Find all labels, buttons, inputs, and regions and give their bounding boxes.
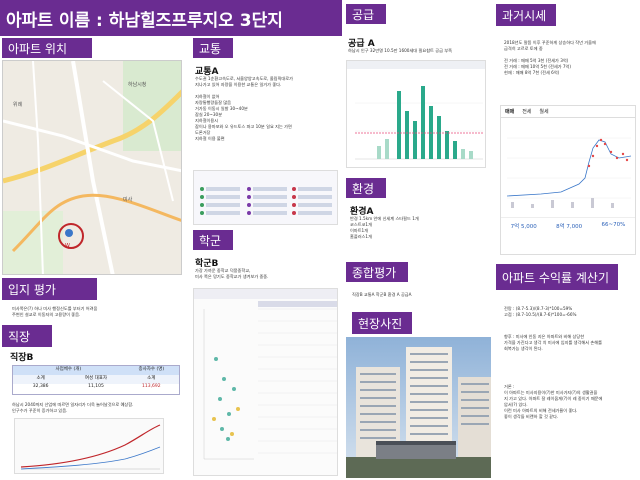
map-label-2: 위례 <box>13 101 23 108</box>
overall-header: 종합평가 <box>346 262 408 282</box>
site-photo-graphic <box>346 337 491 478</box>
job-header: 직장 <box>2 325 52 347</box>
job-text: 하남시 2040까지 산업에 따르면 일자리가 더욱 늘어날것으로 예상함. 인… <box>12 402 134 413</box>
map-marker-label: W <box>65 243 70 249</box>
supply-header: 공급 <box>346 4 386 24</box>
photo-header: 현장사진 <box>352 312 412 334</box>
price-tab-jeonse[interactable]: 전세 <box>522 108 531 115</box>
price-stat-3: 66~70% <box>601 222 626 228</box>
transport-time-panel <box>193 170 338 225</box>
job-table-sub-3: 소계 <box>147 376 156 381</box>
school-text: 가장 가까운 중학교 덕풍중학교, 미사 쪽은 망기도 중학교가 생겨보가 중중… <box>195 268 269 279</box>
environment-text: 반경 1.5km 안에 신세계 스타필드 1개 코스트코1개 이마트1개 홈플러… <box>350 216 419 239</box>
location-eval-text: 미사쪽은(?) 하나 미사 행정신도를 부터기 어려움 주변인 설교로 이동자의… <box>12 306 98 317</box>
overall-title: 종합평가 <box>352 265 397 280</box>
price-stat-1: 7억 5,000 <box>510 224 537 230</box>
location-eval-header: 입지 평가 <box>2 278 97 300</box>
price-stat-2: 8억 7,000 <box>556 224 583 230</box>
return-calc-title: 아파트 수익률 계산기 <box>502 270 609 285</box>
past-price-title: 과거시세 <box>502 8 547 23</box>
job-table-header-2: 종사자수 (명) <box>138 367 165 372</box>
price-tab-monthly[interactable]: 월세 <box>539 108 548 115</box>
supply-title: 공급 <box>352 7 375 22</box>
return-calc-text-1: 전망 : (8.7-5.3)/(8.7-3)*100=59% 고점 : (8.7… <box>504 306 577 317</box>
return-calc-text-3: 거론 : 이 아파트는 미사지용이(?)한 미사가지(?)의 생활권을 지 가고… <box>504 384 603 419</box>
supply-text: 하남시 인구 32만명 10.5만 1600세대 필요참트 공급 부족 <box>348 48 452 53</box>
transport-title: 교통 <box>199 41 222 56</box>
job-table-sub-2: 여성 대표자 <box>84 376 108 381</box>
map-graphic: 하남시청 위례 미사 W <box>3 61 181 274</box>
environment-header: 환경 <box>346 178 386 198</box>
job-table-value-2: 11,105 <box>88 384 104 389</box>
map-label-3: 미사 <box>123 196 133 203</box>
transport-text: 수도권 1순환고속도로, 서울양양고속도로, 올림픽대로가 지나가고 있어 자량… <box>195 76 293 141</box>
past-price-header: 과거시세 <box>496 4 556 26</box>
job-table-value-1: 32,386 <box>32 384 49 389</box>
transport-header: 교통 <box>193 38 233 58</box>
job-growth-chart <box>14 418 164 474</box>
school-chart-panel <box>193 288 338 476</box>
school-title: 학군 <box>199 233 222 248</box>
site-photo[interactable] <box>346 337 491 478</box>
job-table-header-1: 사업체수 (개) <box>55 367 82 372</box>
location-eval-title: 입지 평가 <box>8 282 56 297</box>
price-tab-sale[interactable]: 매매 <box>505 108 514 115</box>
page-title: 아파트 이름 : 하남힐즈프루지오 3단지 <box>6 10 283 31</box>
job-table: 사업체수 (개) 종사자수 (명) 소계 여성 대표자 소계 32,386 11… <box>12 365 180 395</box>
school-header: 학군 <box>193 230 233 250</box>
past-price-chart: 매매 전세 월세 7억 5,000 8억 7,000 66~70% <box>500 105 636 255</box>
job-table-sub-1: 소계 <box>36 376 45 381</box>
page-title-header: 아파트 이름 : 하남힐즈프루지오 3단지 <box>0 0 342 36</box>
return-calc-header: 아파트 수익률 계산기 <box>496 264 618 290</box>
location-header: 아파트 위치 <box>2 38 92 58</box>
past-price-text: 2018년도 말쯤 이후 꾸준하게 상승하다 작년 거을에 급격히 고르로 토에… <box>504 40 596 75</box>
overall-text: 직장B 교통A 학군B 환경 A 공급A <box>352 292 412 297</box>
supply-chart <box>346 60 486 168</box>
return-calc-text-2: 향후 : 미사에 인동 지은 아파트와 비해 상당한 가격을 가진다고 생각 치… <box>504 334 602 351</box>
location-map[interactable]: 하남시청 위례 미사 W <box>2 60 182 275</box>
environment-title: 환경 <box>352 181 375 196</box>
job-table-value-3: 113,692 <box>142 384 161 389</box>
map-label-1: 하남시청 <box>128 81 146 88</box>
location-title: 아파트 위치 <box>8 41 68 56</box>
job-title: 직장 <box>8 329 31 344</box>
job-grade: 직장B <box>10 353 34 363</box>
photo-title: 현장사진 <box>358 316 403 331</box>
